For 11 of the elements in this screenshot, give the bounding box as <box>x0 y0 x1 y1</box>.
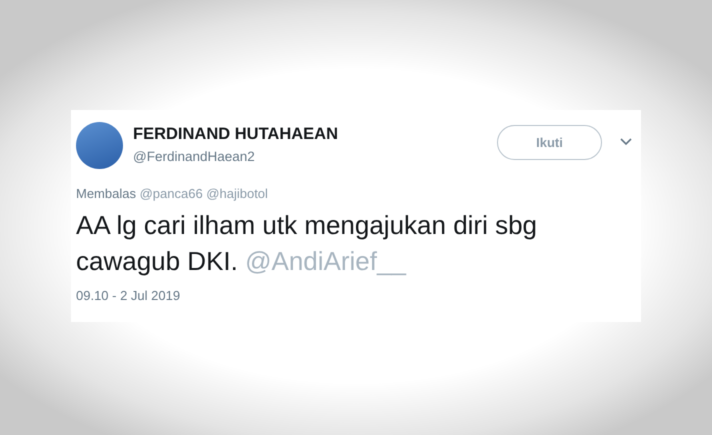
author-handle[interactable]: @FerdinandHaean2 <box>133 149 497 164</box>
reply-context: Membalas @panca66 @hajibotol <box>76 186 269 201</box>
avatar[interactable] <box>76 122 123 169</box>
author-name[interactable]: FERDINAND HUTAHAEAN <box>133 125 497 144</box>
mention-link[interactable]: @panca66 <box>140 186 203 201</box>
tweet-text: AA lg cari ilham utk mengajukan diri sbg cawagub DKI. @AndiArief__ <box>76 209 538 278</box>
mention-link[interactable]: @hajibotol <box>206 186 268 201</box>
chevron-down-icon[interactable] <box>620 138 632 146</box>
follow-button[interactable]: Ikuti <box>497 125 602 160</box>
tweet-timestamp[interactable]: 09.10 - 2 Jul 2019 <box>76 288 641 303</box>
mention-link[interactable]: @AndiArief__ <box>245 246 406 276</box>
